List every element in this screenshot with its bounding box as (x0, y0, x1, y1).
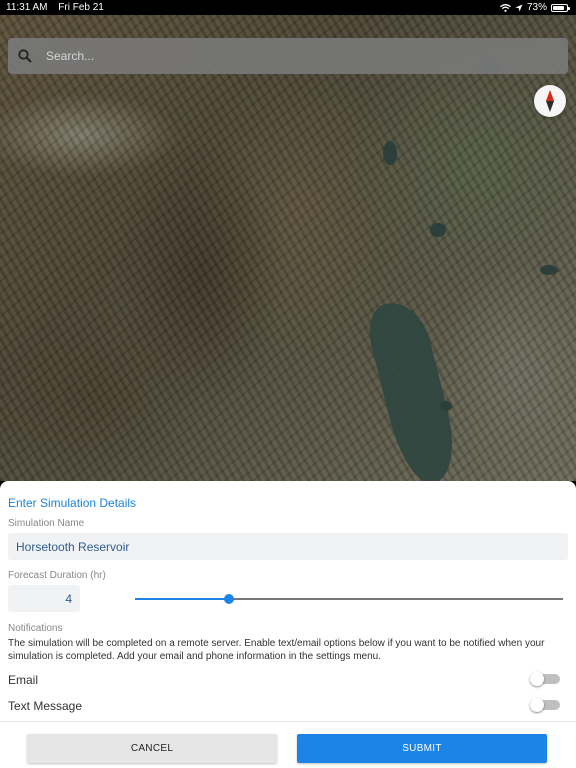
sheet-title: Enter Simulation Details (8, 496, 137, 510)
wifi-icon (500, 3, 511, 12)
simulation-name-input[interactable] (8, 533, 568, 560)
text-message-toggle[interactable] (530, 698, 560, 712)
status-date: Fri Feb 21 (58, 2, 104, 13)
toggle-knob (530, 698, 544, 712)
email-row: Email (8, 671, 568, 689)
cancel-button[interactable]: CANCEL (27, 734, 277, 763)
status-bar: 11:31 AM Fri Feb 21 73% (0, 0, 576, 15)
terrain-texture (0, 15, 576, 481)
forecast-duration-label: Forecast Duration (hr) (8, 570, 106, 581)
simulation-name-label: Simulation Name (8, 518, 85, 529)
email-toggle[interactable] (530, 672, 560, 686)
forecast-duration-input[interactable] (8, 585, 80, 612)
battery-icon (551, 3, 570, 12)
search-icon (18, 49, 32, 63)
compass-icon (546, 90, 554, 112)
slider-thumb[interactable] (224, 594, 235, 604)
lake-shape (383, 141, 397, 165)
text-message-label: Text Message (8, 699, 83, 713)
simulation-details-sheet: Enter Simulation Details Simulation Name… (0, 481, 576, 768)
satellite-map[interactable] (0, 15, 576, 481)
status-time: 11:31 AM (6, 2, 48, 13)
lake-shape (430, 223, 446, 237)
compass-button[interactable] (534, 85, 566, 117)
text-message-row: Text Message (8, 697, 568, 715)
status-right: 73% (500, 0, 570, 15)
forecast-duration-slider[interactable] (135, 594, 563, 604)
notifications-description: The simulation will be completed on a re… (8, 638, 545, 662)
toggle-knob (530, 672, 544, 686)
submit-button[interactable]: SUBMIT (297, 734, 547, 763)
lake-shape (540, 265, 558, 275)
divider (0, 721, 576, 722)
notifications-label: Notifications (8, 623, 63, 634)
slider-fill (135, 598, 230, 600)
email-label: Email (8, 673, 39, 687)
lake-shape (440, 401, 452, 411)
location-arrow-icon (515, 4, 523, 11)
search-input[interactable] (44, 40, 568, 72)
status-left: 11:31 AM Fri Feb 21 (6, 0, 104, 15)
search-bar[interactable] (8, 38, 568, 74)
battery-percent: 73% (526, 2, 547, 13)
